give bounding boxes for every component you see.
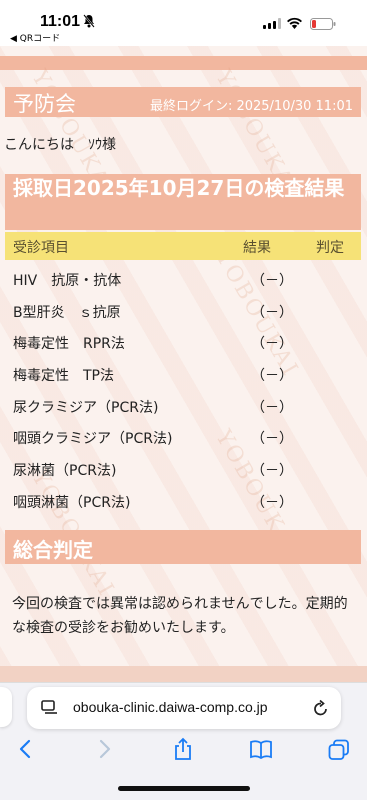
row-item: HIV 抗原・抗体 <box>13 273 122 289</box>
table-row: 咽頭クラミジア（PCR法) （－） <box>0 422 367 453</box>
back-arrow-icon[interactable] <box>18 739 32 759</box>
cellular-signal-icon <box>263 18 281 29</box>
browser-toolbar: obouka-clinic.daiwa-comp.co.jp <box>0 682 367 800</box>
row-item: 咽頭淋菌（PCR法) <box>13 495 131 511</box>
reload-icon[interactable] <box>313 699 329 717</box>
address-bar[interactable]: obouka-clinic.daiwa-comp.co.jp <box>27 687 341 729</box>
table-row: 尿クラミジア（PCR法) （－） <box>0 391 367 422</box>
share-icon[interactable] <box>173 737 193 761</box>
table-row: 咽頭淋菌（PCR法) （－） <box>0 486 367 517</box>
row-result: （－） <box>251 336 293 352</box>
forward-arrow-icon[interactable] <box>98 739 112 759</box>
row-result: （－） <box>251 431 293 447</box>
row-item: 尿クラミジア（PCR法) <box>13 400 159 416</box>
status-bar: 11:01 ◀ QRコード <box>0 0 367 46</box>
site-header: 予防会 最終ログイン: 2025/10/30 11:01 <box>5 87 361 117</box>
row-result: （－） <box>251 495 293 511</box>
page-menu-icon[interactable] <box>41 700 59 716</box>
summary-heading: 総合判定 <box>5 530 361 564</box>
status-time: 11:01 <box>40 13 81 30</box>
site-title: 予防会 <box>13 92 76 116</box>
results-table-header: 受診項目 結果 判定 <box>5 232 361 260</box>
table-row: 梅毒定性 RPR法 （－） <box>0 327 367 358</box>
row-result: （－） <box>251 463 293 479</box>
home-indicator <box>118 786 250 791</box>
url-text[interactable]: obouka-clinic.daiwa-comp.co.jp <box>73 699 268 715</box>
row-result: （－） <box>251 273 293 289</box>
row-result: （－） <box>251 305 293 321</box>
bottom-accent-band <box>0 666 367 682</box>
summary-text: 今回の検査では異常は認められませんでした。定期的な検査の受診をお勧めいたします。 <box>12 596 348 636</box>
row-result: （－） <box>251 368 293 384</box>
table-row: B型肝炎 ｓ抗原 （－） <box>0 296 367 327</box>
last-login-text: 最終ログイン: 2025/10/30 11:01 <box>149 99 353 114</box>
wifi-icon <box>287 17 302 29</box>
battery-low-icon <box>310 18 336 30</box>
bookmarks-icon[interactable] <box>249 739 273 759</box>
column-judgement: 判定 <box>316 240 344 256</box>
row-item: 尿淋菌（PCR法) <box>13 463 117 479</box>
web-page: YOBOUKAI YOBOUKAI YOBOUKAI YOBOUKAI YOBO… <box>0 46 367 682</box>
column-result: 結果 <box>243 240 271 256</box>
row-result: （－） <box>251 400 293 416</box>
row-item: B型肝炎 ｓ抗原 <box>13 305 121 321</box>
top-accent-bar <box>0 56 367 70</box>
previous-tab-preview[interactable] <box>0 687 12 727</box>
row-item: 咽頭クラミジア（PCR法) <box>13 431 173 447</box>
column-item: 受診項目 <box>13 240 69 256</box>
tabs-icon[interactable] <box>328 739 350 761</box>
row-item: 梅毒定性 TP法 <box>13 368 114 384</box>
table-row: 梅毒定性 TP法 （－） <box>0 359 367 390</box>
bell-off-icon <box>83 14 95 28</box>
results-heading: 採取日2025年10月27日の検査結果 <box>5 174 361 230</box>
row-item: 梅毒定性 RPR法 <box>13 336 125 352</box>
back-to-app-link[interactable]: ◀ QRコード <box>10 31 60 44</box>
greeting-text: こんにちは ｿｳ様 <box>4 137 116 153</box>
table-row: HIV 抗原・抗体 （－） <box>0 264 367 295</box>
table-row: 尿淋菌（PCR法) （－） <box>0 454 367 485</box>
